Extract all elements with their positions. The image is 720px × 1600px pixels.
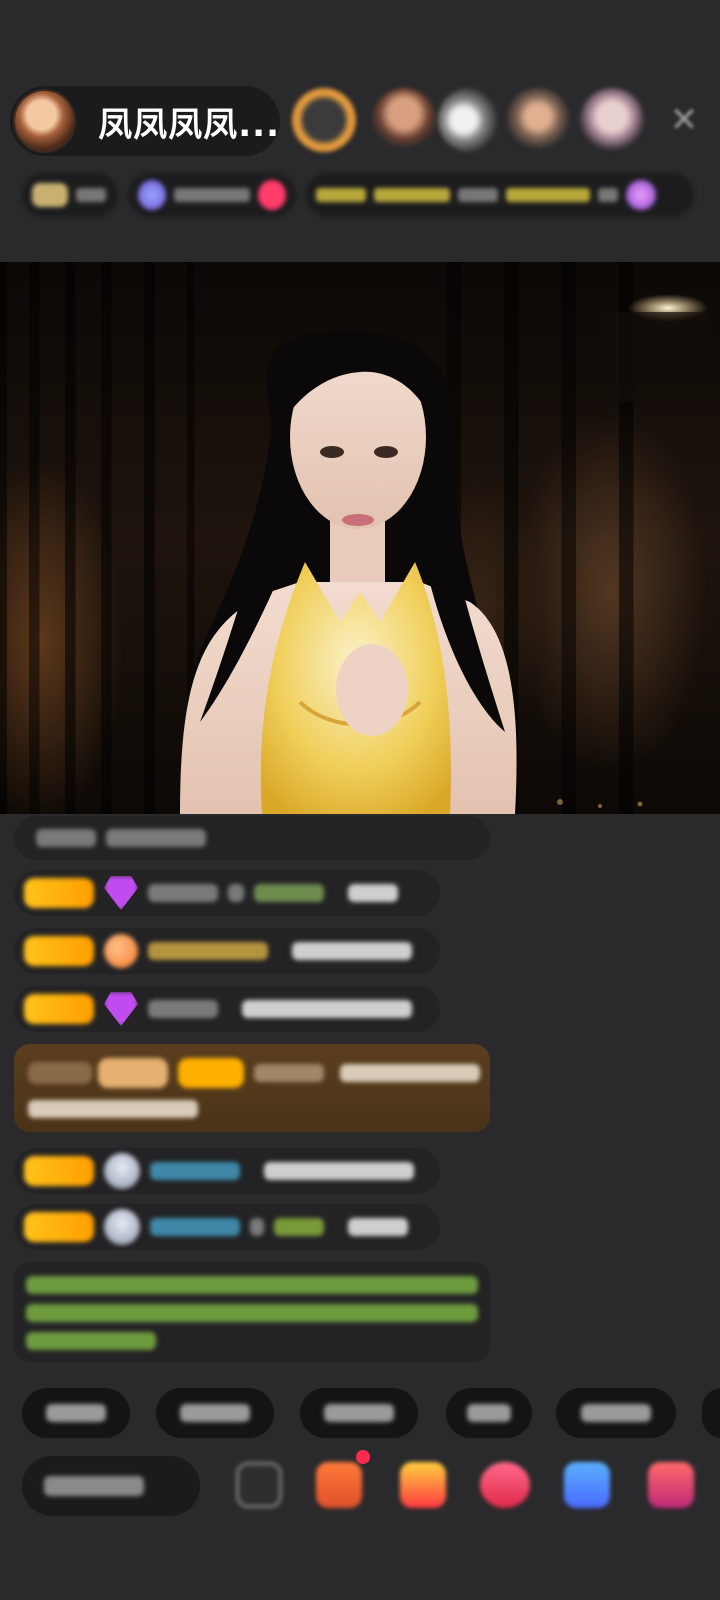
gift-message-card[interactable] [14,1044,490,1132]
close-icon[interactable]: ✕ [664,100,704,140]
level-badge [24,878,94,908]
chat-message[interactable] [14,986,440,1032]
chat-message[interactable] [14,816,490,860]
quick-phrase-button[interactable] [446,1388,532,1438]
viewer-avatar[interactable] [506,88,570,152]
host-avatar[interactable] [13,89,77,153]
user-avatar-icon [104,1153,140,1189]
chat-message[interactable] [14,1148,440,1194]
comment-input[interactable] [22,1456,200,1516]
level-badge [24,1156,94,1186]
gem-icon [104,992,138,1026]
fan-badge-icon [104,934,138,968]
viewer-avatar[interactable] [580,88,644,152]
like-icon[interactable] [480,1462,530,1508]
chat-message[interactable] [14,928,440,974]
level-badge [24,994,94,1024]
rank-chip[interactable] [22,173,118,217]
quick-phrase-button[interactable] [702,1388,720,1438]
fan-club-chip[interactable] [128,173,296,217]
streamer-video-frame [180,294,710,814]
gem-icon [104,876,138,910]
viewer-avatar[interactable] [292,88,356,152]
more-options-icon[interactable] [236,1462,282,1508]
user-avatar-icon [104,1209,140,1245]
quick-phrase-button[interactable] [300,1388,418,1438]
quick-phrase-button[interactable] [22,1388,130,1438]
notification-dot [356,1450,370,1464]
announcement-chip[interactable] [306,173,694,217]
level-badge [24,936,94,966]
quick-phrase-button[interactable] [556,1388,676,1438]
room-info-row [22,172,702,218]
live-video[interactable] [0,262,720,814]
chat-message[interactable] [14,1204,440,1250]
host-name: 凤凤凤凤... [98,104,280,145]
interaction-icon[interactable] [564,1462,610,1508]
viewer-avatar[interactable] [372,88,436,152]
gift-box-icon[interactable] [400,1462,446,1508]
system-notice [14,1262,490,1362]
level-badge [24,1212,94,1242]
gift-icon[interactable] [648,1462,694,1508]
quick-phrase-button[interactable] [156,1388,274,1438]
chat-message[interactable] [14,870,440,916]
host-info-pill[interactable]: 凤凤凤凤... [10,86,280,156]
shop-icon[interactable] [316,1462,362,1508]
viewer-avatar[interactable] [438,88,502,152]
